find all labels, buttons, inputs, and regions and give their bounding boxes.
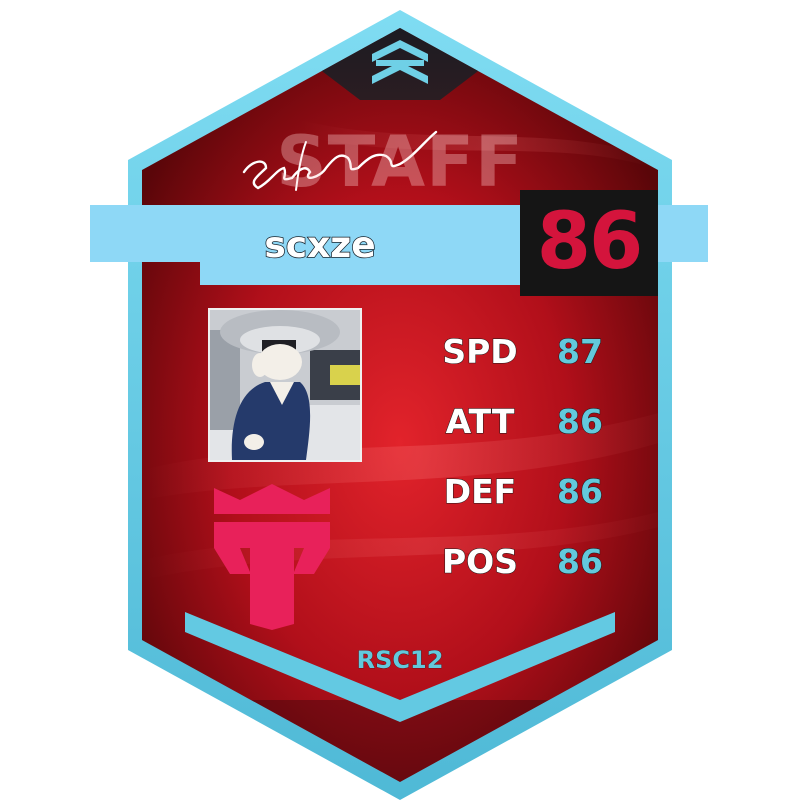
stat-value-att: 86: [557, 402, 604, 442]
stat-label-pos: POS: [441, 542, 518, 582]
card-type-watermark: STAFF: [276, 121, 524, 203]
stat-value-spd: 87: [557, 332, 604, 372]
overall-rating: 86: [536, 197, 644, 287]
cat-in-suit-photo: [210, 310, 360, 460]
player-card: STAFF scxze 86 SPD 87 ATT 86 DEF 86 POS …: [0, 0, 800, 800]
stat-value-def: 86: [557, 472, 604, 512]
stat-label-def: DEF: [443, 472, 517, 512]
stat-label-att: ATT: [445, 402, 515, 442]
player-name: scxze: [264, 224, 377, 267]
stat-label-spd: SPD: [442, 332, 518, 372]
season-label: RSC12: [356, 646, 444, 675]
stat-value-pos: 86: [557, 542, 604, 582]
